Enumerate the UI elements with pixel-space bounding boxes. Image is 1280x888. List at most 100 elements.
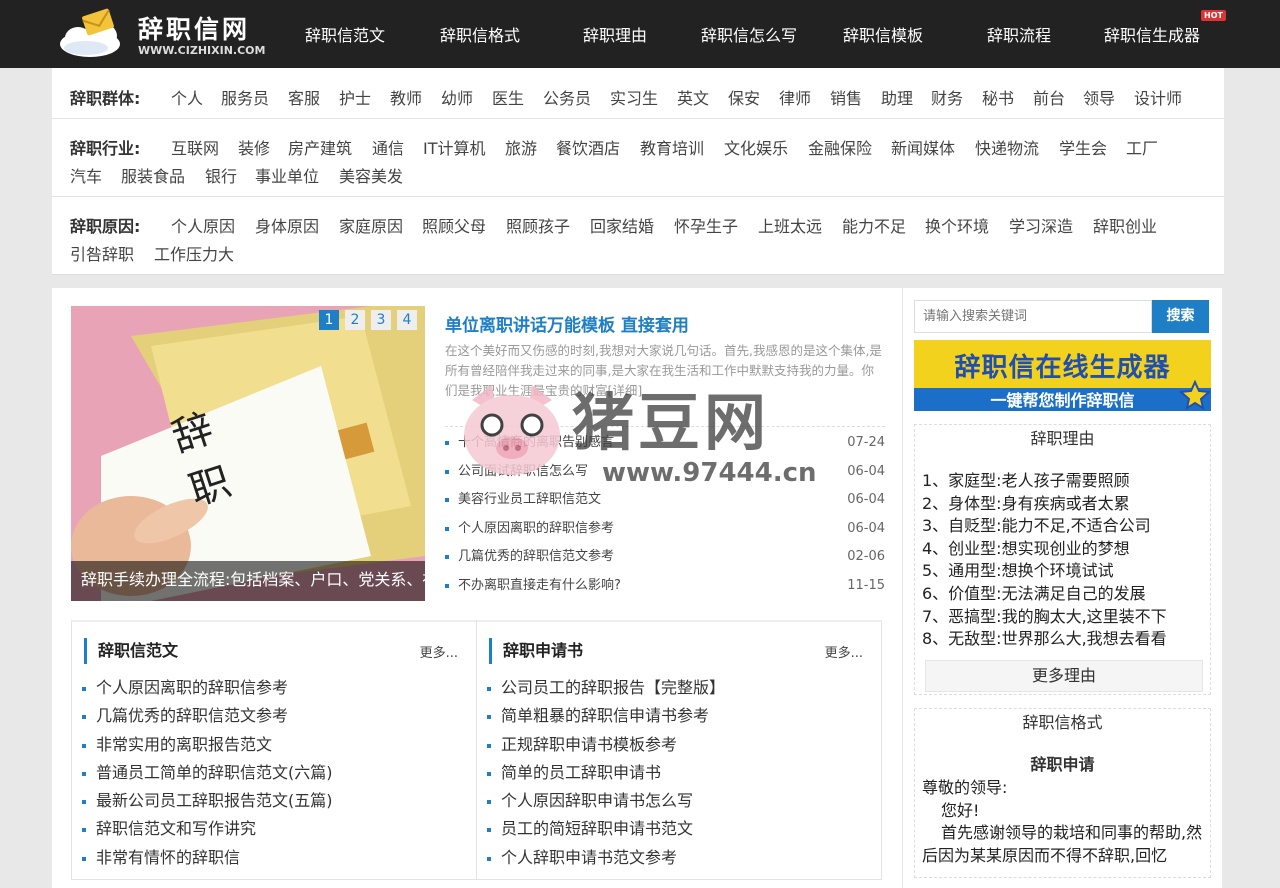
- tag-group[interactable]: 前台: [1033, 85, 1065, 109]
- featured-slider[interactable]: 辞 职 1 2 3 4 辞职手续办理全流程:包括档案、户口、党关系、社保转移、公…: [71, 306, 425, 601]
- list-item[interactable]: 美容行业员工辞职信范文 06-04: [445, 486, 885, 515]
- tag-reason[interactable]: 学习深造: [1009, 213, 1073, 237]
- list-item[interactable]: 最新公司员工辞职报告范文(五篇): [82, 787, 333, 815]
- tag-industry[interactable]: 教育培训: [640, 135, 704, 159]
- list-item[interactable]: 不办离职直接走有什么影响? 11-15: [445, 572, 885, 601]
- tag-industry[interactable]: 旅游: [505, 135, 537, 159]
- tag-reason[interactable]: 怀孕生子: [674, 213, 738, 237]
- tag-group[interactable]: 销售: [830, 85, 862, 109]
- list-item[interactable]: 公司面试辞职信怎么写 06-04: [445, 458, 885, 487]
- tag-industry[interactable]: 快递物流: [975, 135, 1039, 159]
- tag-reason[interactable]: 换个环境: [925, 213, 989, 237]
- list-item[interactable]: 员工的简短辞职申请书范文: [487, 815, 725, 843]
- list-item[interactable]: 正规辞职申请书模板参考: [487, 731, 725, 759]
- tag-industry[interactable]: 事业单位: [255, 163, 319, 187]
- tag-industry[interactable]: 通信: [372, 135, 404, 159]
- tag-reason[interactable]: 工作压力大: [154, 241, 234, 265]
- tag-industry[interactable]: 汽车: [70, 163, 102, 187]
- list-item[interactable]: 几篇优秀的辞职信范文参考 02-06: [445, 543, 885, 572]
- list-item[interactable]: 普通员工简单的辞职信范文(六篇): [82, 759, 333, 787]
- tag-group[interactable]: 服务员: [221, 85, 269, 109]
- tag-industry[interactable]: 学生会: [1059, 135, 1107, 159]
- news-title[interactable]: 美容行业员工辞职信范文: [458, 486, 601, 515]
- tag-group[interactable]: 公务员: [543, 85, 591, 109]
- tag-industry[interactable]: 文化娱乐: [724, 135, 788, 159]
- tag-reason[interactable]: 引咎辞职: [70, 241, 134, 265]
- list-item[interactable]: 几篇优秀的辞职信范文参考: [82, 702, 333, 730]
- tag-group[interactable]: 教师: [390, 85, 422, 109]
- list-item[interactable]: 非常有情怀的辞职信: [82, 844, 333, 872]
- tag-industry[interactable]: 金融保险: [808, 135, 872, 159]
- news-title[interactable]: 十个高情商的离职告别感言: [458, 429, 614, 458]
- tag-industry[interactable]: 美容美发: [339, 163, 403, 187]
- nav-item-templates[interactable]: 辞职信模板: [843, 22, 923, 46]
- list-item[interactable]: 简单的员工辞职申请书: [487, 759, 725, 787]
- news-title[interactable]: 个人原因离职的辞职信参考: [458, 515, 614, 544]
- slider-page-button[interactable]: 2: [345, 310, 365, 330]
- nav-item-resignation-format[interactable]: 辞职信格式: [440, 22, 520, 46]
- search-input[interactable]: [914, 300, 1152, 333]
- slider-caption[interactable]: 辞职手续办理全流程:包括档案、户口、党关系、社保转移、公积金等: [71, 561, 425, 601]
- tag-group[interactable]: 医生: [492, 85, 524, 109]
- tag-industry[interactable]: 工厂: [1126, 135, 1158, 159]
- list-item[interactable]: 辞职信范文和写作讲究: [82, 815, 333, 843]
- tag-industry[interactable]: 新闻媒体: [891, 135, 955, 159]
- tag-group[interactable]: 领导: [1083, 85, 1115, 109]
- tag-industry[interactable]: 装修: [238, 135, 270, 159]
- site-logo[interactable]: 辞职信网 WWW.CIZHIXIN.COM: [58, 8, 283, 60]
- tag-group[interactable]: 实习生: [610, 85, 658, 109]
- tag-group[interactable]: 助理: [881, 85, 913, 109]
- news-title[interactable]: 几篇优秀的辞职信范文参考: [458, 543, 614, 572]
- tag-industry[interactable]: 房产建筑: [288, 135, 352, 159]
- list-item[interactable]: 个人原因离职的辞职信参考 06-04: [445, 515, 885, 544]
- tag-reason[interactable]: 身体原因: [255, 213, 319, 237]
- tag-group[interactable]: 英文: [677, 85, 709, 109]
- reason-item: 6、价值型:无法满足自己的发展: [922, 583, 1146, 603]
- news-title[interactable]: 公司面试辞职信怎么写: [458, 458, 588, 487]
- list-item[interactable]: 非常实用的离职报告范文: [82, 731, 333, 759]
- tag-group[interactable]: 秘书: [982, 85, 1014, 109]
- more-reasons-button[interactable]: 更多理由: [925, 660, 1203, 692]
- slider-page-button[interactable]: 3: [371, 310, 391, 330]
- tag-reason[interactable]: 回家结婚: [590, 213, 654, 237]
- list-item[interactable]: 个人原因辞职申请书怎么写: [487, 787, 725, 815]
- tag-reason[interactable]: 辞职创业: [1093, 213, 1157, 237]
- samples-more-link[interactable]: 更多...: [420, 642, 458, 661]
- tag-group[interactable]: 保安: [728, 85, 760, 109]
- tag-group[interactable]: 客服: [288, 85, 320, 109]
- search-button[interactable]: 搜索: [1152, 300, 1209, 333]
- tag-group[interactable]: 设计师: [1134, 85, 1182, 109]
- generator-banner[interactable]: 辞职信在线生成器 一键帮您制作辞职信: [914, 340, 1211, 411]
- headline-title[interactable]: 单位离职讲话万能模板 直接套用: [445, 311, 689, 336]
- tag-industry[interactable]: 互联网: [171, 135, 219, 159]
- tag-reason[interactable]: 家庭原因: [339, 213, 403, 237]
- tag-reason[interactable]: 照顾父母: [422, 213, 486, 237]
- applications-more-link[interactable]: 更多...: [825, 642, 863, 661]
- tag-group[interactable]: 个人: [171, 85, 203, 109]
- tag-reason[interactable]: 照顾孩子: [506, 213, 570, 237]
- news-title[interactable]: 不办离职直接走有什么影响?: [458, 572, 621, 601]
- list-item[interactable]: 个人辞职申请书范文参考: [487, 844, 725, 872]
- list-item[interactable]: 简单粗暴的辞职信申请书参考: [487, 702, 725, 730]
- slider-page-button[interactable]: 1: [319, 310, 339, 330]
- nav-item-resignation-samples[interactable]: 辞职信范文: [305, 22, 385, 46]
- tag-reason[interactable]: 上班太远: [758, 213, 822, 237]
- tag-industry[interactable]: 餐饮酒店: [556, 135, 620, 159]
- tag-industry[interactable]: 银行: [205, 163, 237, 187]
- tag-industry[interactable]: 服装食品: [121, 163, 185, 187]
- tag-group[interactable]: 律师: [779, 85, 811, 109]
- nav-item-how-to-write[interactable]: 辞职信怎么写: [701, 22, 797, 46]
- nav-item-resignation-reasons[interactable]: 辞职理由: [583, 22, 647, 46]
- tag-group[interactable]: 护士: [339, 85, 371, 109]
- tag-industry[interactable]: IT计算机: [423, 135, 486, 159]
- list-item[interactable]: 公司员工的辞职报告【完整版】: [487, 674, 725, 702]
- slider-page-button[interactable]: 4: [397, 310, 417, 330]
- tag-reason[interactable]: 能力不足: [842, 213, 906, 237]
- list-item[interactable]: 个人原因离职的辞职信参考: [82, 674, 333, 702]
- nav-item-generator[interactable]: 辞职信生成器: [1104, 22, 1200, 46]
- tag-group[interactable]: 财务: [931, 85, 963, 109]
- list-item[interactable]: 十个高情商的离职告别感言 07-24: [445, 429, 885, 458]
- tag-reason[interactable]: 个人原因: [171, 213, 235, 237]
- tag-group[interactable]: 幼师: [441, 85, 473, 109]
- nav-item-process[interactable]: 辞职流程: [987, 22, 1051, 46]
